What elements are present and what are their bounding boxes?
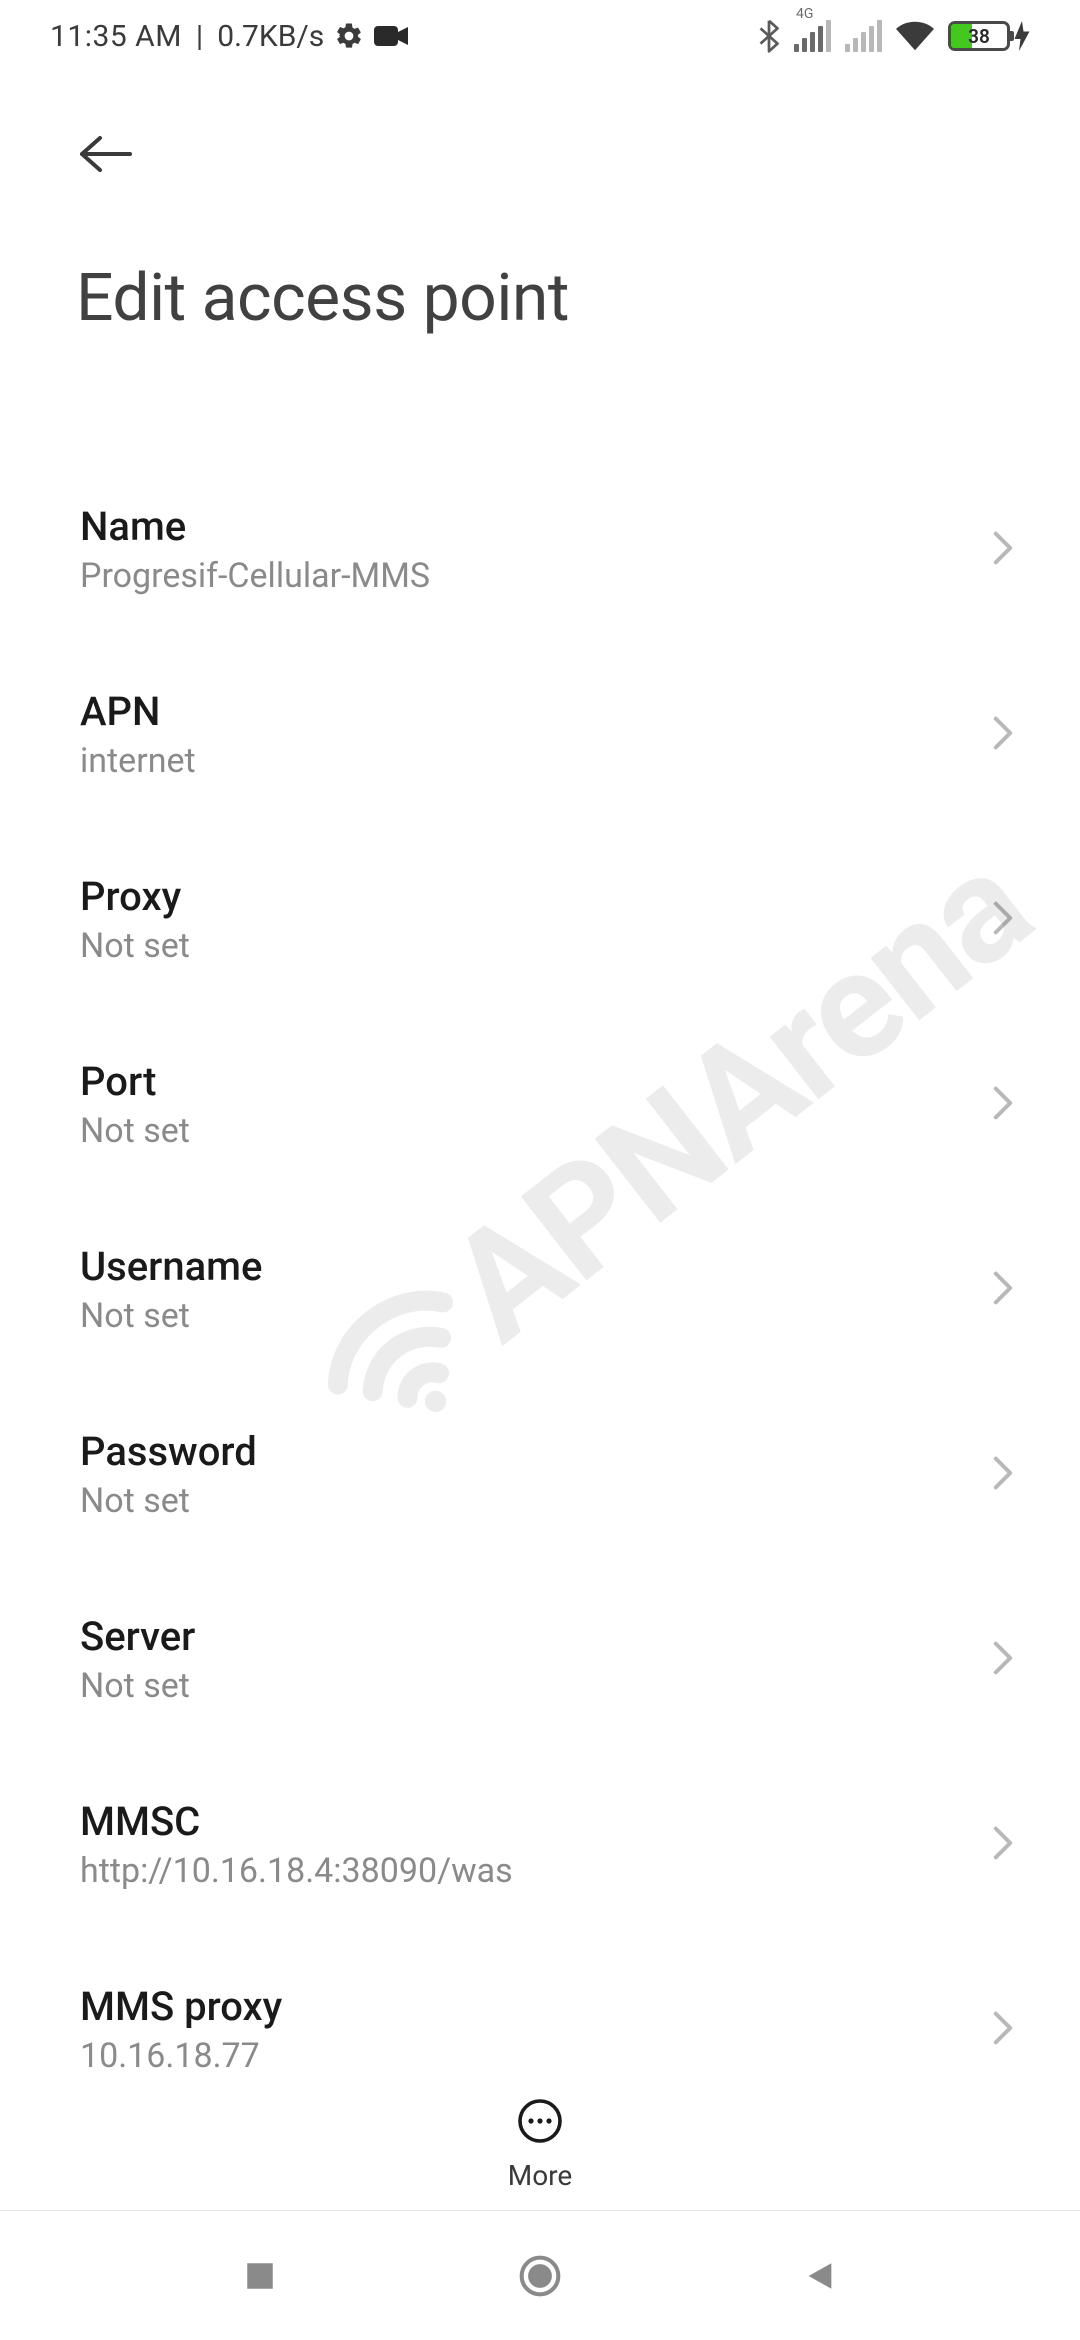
signal-4g-label: 4G: [796, 6, 813, 22]
square-icon: [243, 2259, 277, 2293]
signal-sim1: 4G: [794, 20, 831, 52]
header: Edit access point: [0, 72, 1080, 337]
row-value: Not set: [80, 1111, 190, 1151]
row-title: Port: [80, 1058, 190, 1105]
row-value: http://10.16.18.4:38090/was: [80, 1851, 513, 1891]
back-button[interactable]: [76, 124, 136, 184]
row-mmsc[interactable]: MMSC http://10.16.18.4:38090/was: [0, 1752, 1080, 1937]
settings-list: Name Progresif-Cellular-MMS APN internet…: [0, 457, 1080, 2122]
camera-icon: [374, 24, 408, 48]
more-icon: [516, 2097, 564, 2149]
system-navbar: [0, 2210, 1080, 2340]
row-value: Not set: [80, 926, 190, 966]
row-server[interactable]: Server Not set: [0, 1567, 1080, 1752]
home-button[interactable]: [510, 2246, 570, 2306]
row-username[interactable]: Username Not set: [0, 1197, 1080, 1382]
recents-button[interactable]: [230, 2246, 290, 2306]
row-apn[interactable]: APN internet: [0, 642, 1080, 827]
battery-indicator: 38: [948, 21, 1030, 51]
charging-icon: [1014, 21, 1030, 51]
status-left: 11:35 AM | 0.7KB/s: [50, 19, 408, 54]
row-title: Name: [80, 503, 430, 550]
row-value: internet: [80, 741, 196, 781]
chevron-right-icon: [992, 2010, 1014, 2050]
row-value: Not set: [80, 1296, 262, 1336]
gear-icon: [334, 21, 364, 51]
row-title: APN: [80, 688, 196, 735]
row-value: Not set: [80, 1481, 257, 1521]
row-title: Username: [80, 1243, 262, 1290]
status-net-speed: 0.7KB/s: [217, 19, 324, 54]
row-port[interactable]: Port Not set: [0, 1012, 1080, 1197]
row-value: Not set: [80, 1666, 195, 1706]
chevron-right-icon: [992, 1455, 1014, 1495]
row-value: 10.16.18.77: [80, 2036, 282, 2076]
row-password[interactable]: Password Not set: [0, 1382, 1080, 1567]
row-proxy[interactable]: Proxy Not set: [0, 827, 1080, 1012]
bottom-action-bar: More: [0, 2073, 1080, 2192]
status-bar: 11:35 AM | 0.7KB/s 4G: [0, 0, 1080, 72]
back-nav-button[interactable]: [790, 2246, 850, 2306]
status-divider: |: [196, 19, 203, 54]
chevron-right-icon: [992, 1825, 1014, 1865]
bluetooth-icon: [758, 19, 780, 53]
row-title: Password: [80, 1428, 257, 1475]
chevron-right-icon: [992, 715, 1014, 755]
row-title: MMSC: [80, 1798, 513, 1845]
circle-icon: [518, 2254, 562, 2298]
arrow-left-icon: [78, 134, 134, 174]
chevron-right-icon: [992, 1640, 1014, 1680]
chevron-right-icon: [992, 1085, 1014, 1125]
more-label: More: [508, 2159, 573, 2192]
chevron-right-icon: [992, 900, 1014, 940]
row-value: Progresif-Cellular-MMS: [80, 556, 430, 596]
row-title: MMS proxy: [80, 1983, 282, 2030]
page-title: Edit access point: [76, 260, 1004, 337]
triangle-left-icon: [803, 2257, 837, 2295]
row-title: Server: [80, 1613, 195, 1660]
row-title: Proxy: [80, 873, 190, 920]
more-button[interactable]: More: [508, 2097, 573, 2192]
row-name[interactable]: Name Progresif-Cellular-MMS: [0, 457, 1080, 642]
battery-percent: 38: [951, 25, 1007, 48]
chevron-right-icon: [992, 1270, 1014, 1310]
status-right: 4G 38: [758, 19, 1030, 53]
signal-sim2: [845, 20, 882, 52]
chevron-right-icon: [992, 530, 1014, 570]
status-time: 11:35 AM: [50, 19, 182, 54]
wifi-icon: [896, 21, 934, 51]
